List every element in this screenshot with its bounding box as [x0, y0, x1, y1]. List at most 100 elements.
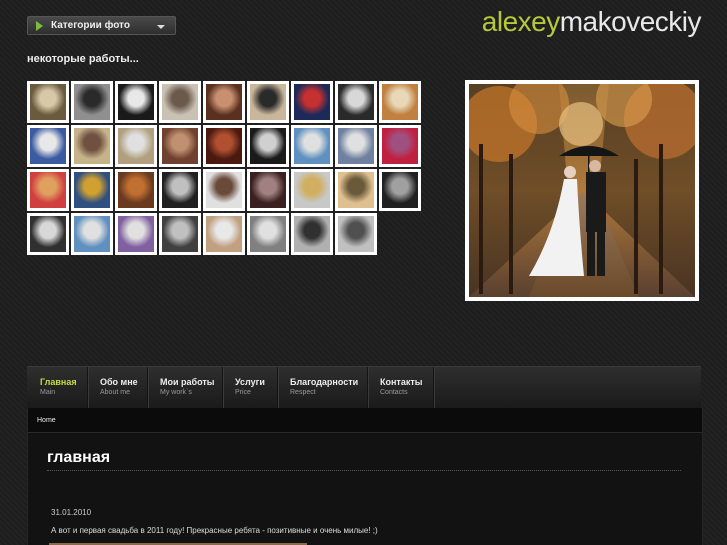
chevron-down-icon	[157, 25, 165, 29]
thumbnail-photo[interactable]	[291, 125, 333, 167]
thumbnail-photo[interactable]	[27, 213, 69, 255]
thumbnail-photo[interactable]	[27, 169, 69, 211]
thumbnail-photo[interactable]	[27, 81, 69, 123]
breadcrumb: Home	[28, 408, 702, 433]
play-arrow-icon	[36, 21, 43, 31]
nav-item-price[interactable]: Услуги Price	[222, 367, 278, 409]
thumbnail-image	[162, 172, 198, 208]
thumbnail-image	[74, 128, 110, 164]
thumbnail-image	[118, 216, 154, 252]
nav-item-respect[interactable]: Благодарности Respect	[277, 367, 368, 409]
nav-item-main[interactable]: Главная Main	[27, 367, 88, 409]
main-navigation: Главная Main Обо мне About me Мои работы My w…	[27, 366, 701, 409]
thumbnail-image	[338, 84, 374, 120]
title-divider	[47, 470, 681, 471]
thumbnail-image	[250, 172, 286, 208]
content-area: Home главная 31.01.2010 А вот и первая с…	[27, 408, 703, 545]
nav-item-sublabel: Main	[40, 389, 56, 396]
thumbnail-photo[interactable]	[115, 125, 157, 167]
thumbnail-photo[interactable]	[71, 81, 113, 123]
thumbnail-image	[382, 128, 418, 164]
thumbnail-photo[interactable]	[291, 213, 333, 255]
thumbnail-photo[interactable]	[71, 213, 113, 255]
category-dropdown-label: Категории фото	[51, 20, 130, 31]
thumbnail-photo[interactable]	[247, 125, 289, 167]
thumbnail-image	[338, 216, 374, 252]
thumbnail-photo[interactable]	[115, 213, 157, 255]
thumbnail-photo[interactable]	[203, 125, 245, 167]
nav-item-label: Контакты	[380, 377, 423, 387]
nav-item-my-work-s[interactable]: Мои работы My work`s	[147, 367, 223, 409]
thumbnail-image	[30, 216, 66, 252]
thumbnail-image	[30, 84, 66, 120]
thumbnail-photo[interactable]	[379, 125, 421, 167]
thumbnail-image	[338, 172, 374, 208]
thumbnail-image	[250, 84, 286, 120]
thumbnail-photo[interactable]	[379, 81, 421, 123]
thumbnail-photo[interactable]	[335, 213, 377, 255]
thumbnail-image	[382, 84, 418, 120]
thumbnail-photo[interactable]	[115, 169, 157, 211]
thumbnail-photo[interactable]	[335, 81, 377, 123]
thumbnail-image	[74, 172, 110, 208]
thumbnail-image	[206, 128, 242, 164]
thumbnail-photo[interactable]	[27, 125, 69, 167]
thumbnail-photo[interactable]	[247, 169, 289, 211]
thumbnail-photo[interactable]	[335, 125, 377, 167]
logo-first-name: alexey	[481, 6, 560, 37]
nav-item-label: Услуги	[235, 377, 265, 387]
nav-item-label: Главная	[40, 377, 77, 387]
thumbnail-image	[30, 172, 66, 208]
thumbnail-image	[294, 216, 330, 252]
thumbnail-photo[interactable]	[115, 81, 157, 123]
thumbnail-photo[interactable]	[159, 125, 201, 167]
thumbnail-photo[interactable]	[335, 169, 377, 211]
nav-item-contacts[interactable]: Контакты Contacts	[367, 367, 434, 409]
post-text: А вот и первая свадьба в 2011 году! Прек…	[51, 526, 378, 535]
thumbnail-image	[206, 216, 242, 252]
thumbnail-image	[74, 84, 110, 120]
thumbnail-image	[118, 128, 154, 164]
thumbnail-image	[30, 128, 66, 164]
thumbnail-photo[interactable]	[203, 213, 245, 255]
nav-item-sublabel: Contacts	[380, 389, 408, 396]
thumbnail-photo[interactable]	[159, 81, 201, 123]
thumbnail-image	[294, 128, 330, 164]
thumbnail-image	[250, 216, 286, 252]
nav-item-sublabel: My work`s	[160, 389, 192, 396]
post-date: 31.01.2010	[51, 508, 92, 517]
nav-item-label: Обо мне	[100, 377, 138, 387]
featured-photo[interactable]	[465, 80, 699, 301]
thumbnail-image	[118, 172, 154, 208]
nav-item-label: Благодарности	[290, 377, 359, 387]
thumbnail-photo[interactable]	[203, 169, 245, 211]
featured-photo-image	[469, 84, 695, 297]
nav-item-about-me[interactable]: Обо мне About me	[87, 367, 148, 409]
site-logo[interactable]: alexeymakoveckiy	[481, 6, 702, 38]
thumbnail-image	[338, 128, 374, 164]
thumbnail-photo[interactable]	[291, 81, 333, 123]
page-title: главная	[47, 449, 111, 466]
nav-item-label: Мои работы	[160, 377, 215, 387]
thumbnail-photo[interactable]	[291, 169, 333, 211]
logo-last-name: makoveckiy	[559, 6, 702, 37]
thumbnail-image	[250, 128, 286, 164]
breadcrumb-home-link[interactable]: Home	[37, 417, 56, 424]
thumbnail-photo[interactable]	[71, 169, 113, 211]
thumbnail-photo[interactable]	[71, 125, 113, 167]
thumbnail-image	[206, 84, 242, 120]
nav-item-sublabel: Price	[235, 389, 251, 396]
thumbnail-photo[interactable]	[247, 213, 289, 255]
thumbnail-image	[206, 172, 242, 208]
thumbnail-photo[interactable]	[159, 169, 201, 211]
nav-item-sublabel: About me	[100, 389, 130, 396]
thumbnail-image	[162, 128, 198, 164]
thumbnail-photo[interactable]	[379, 169, 421, 211]
works-heading: некоторые работы...	[27, 53, 139, 65]
thumbnail-image	[382, 172, 418, 208]
thumbnail-photo[interactable]	[247, 81, 289, 123]
thumbnail-photo[interactable]	[203, 81, 245, 123]
nav-item-sublabel: Respect	[290, 389, 316, 396]
category-dropdown[interactable]: Категории фото	[27, 16, 176, 35]
thumbnail-photo[interactable]	[159, 213, 201, 255]
